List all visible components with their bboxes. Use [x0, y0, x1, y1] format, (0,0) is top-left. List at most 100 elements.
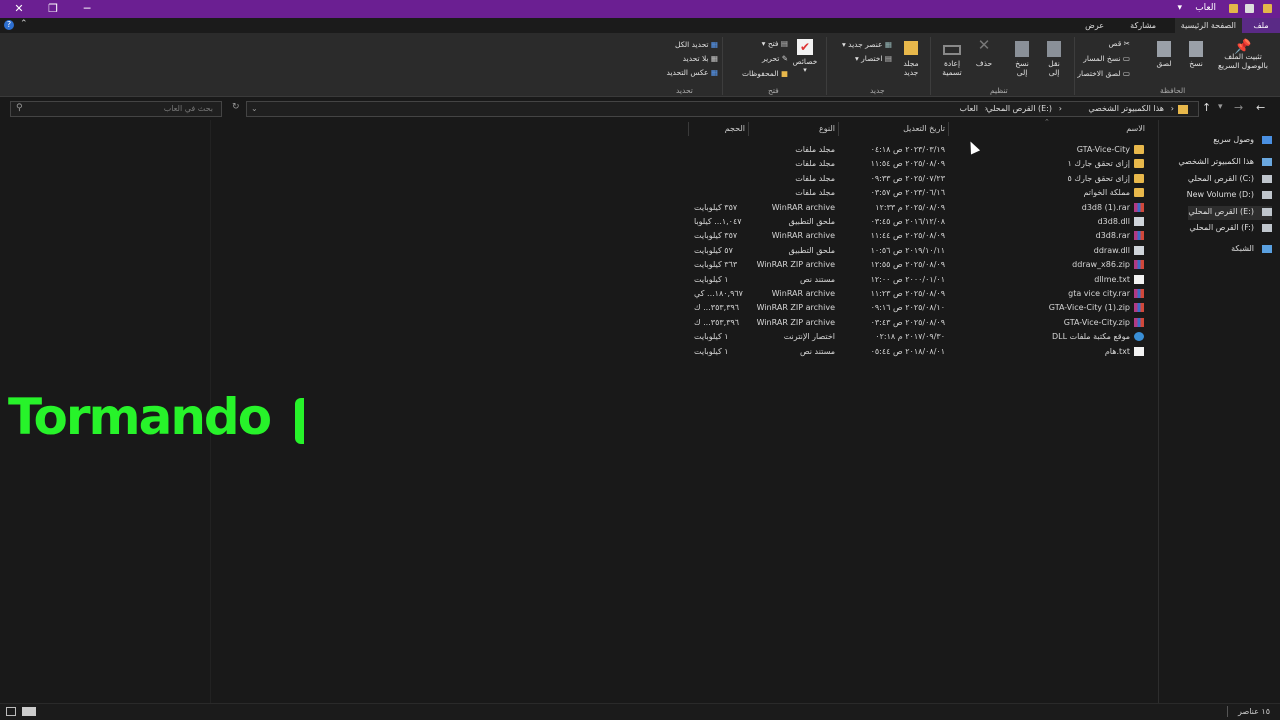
cut-button[interactable]: قص ✂	[1109, 39, 1130, 48]
table-row[interactable]: gta vice city.rar ٢٠٢٥/٠٨/٠٩ ص ١١:٢٣ WinRA…	[680, 287, 1150, 301]
delete-button[interactable]: ✕ حذف	[972, 38, 996, 69]
column-header-type[interactable]: النوع	[819, 124, 835, 133]
rename-button[interactable]: إعادة تسمية	[938, 41, 966, 77]
file-date: ٢٠٢٥/٠٨/٠٩ ص ١١:٥٤	[870, 159, 945, 169]
file-size: ١٨٠,٩٦٧... كي	[694, 289, 743, 298]
new-folder-icon[interactable]	[1263, 4, 1272, 13]
sort-arrow-icon: ⌃	[1044, 118, 1050, 126]
table-row[interactable]: d3d8.dll ٢٠١٦/١٢/٠٨ ص ٠٣:٤٥ ملحق التطبيق ١,…	[680, 215, 1150, 229]
easy-access-button[interactable]: ▾ اختصار ▤	[855, 54, 892, 63]
table-row[interactable]: ddraw.dll ٢٠١٩/١٠/١١ ص ١٠:٥٦ ملحق التطبيق ٥…	[680, 244, 1150, 258]
group-label-select: تحديد	[676, 86, 693, 95]
ribbon-separator	[1074, 37, 1075, 95]
table-row[interactable]: مملكة الخواتم ٢٠٢٣/٠٦/١٦ ص ٠٣:٥٧ مجلد ملفا…	[680, 186, 1150, 200]
file-size: ٣٥٧ كيلوبايت	[694, 202, 738, 212]
breadcrumb-drive-e[interactable]: القرص المحلي (E:)	[986, 104, 1052, 113]
file-name: مملكة الخواتم	[1083, 188, 1130, 198]
invert-selection-button[interactable]: عكس التحديد ▦	[667, 68, 718, 77]
history-dropdown-icon[interactable]: ⌄	[251, 104, 258, 113]
sidebar-item[interactable]: القرص المحلي (C:)	[1188, 173, 1272, 187]
file-date: ٢٠١٨/٠٨/٠١ ص ٠٥:٤٤	[870, 346, 945, 356]
close-icon[interactable]: ✕	[2, 0, 36, 18]
tab-share[interactable]: مشاركة	[1124, 18, 1162, 33]
details-view-icon[interactable]	[6, 707, 16, 716]
tab-view[interactable]: عرض	[1079, 18, 1110, 33]
computer-icon	[1262, 158, 1272, 166]
pin-to-quick-access-button[interactable]: 📌 تثبيت الملف بالوصول السريع	[1208, 39, 1278, 70]
tab-home[interactable]: الصفحة الرئيسية	[1174, 18, 1242, 33]
navigation-pane: وصول سريع هذا الكمبيوتر الشخصي القرص المحل…	[1158, 120, 1280, 703]
table-row[interactable]: هام.txt ٢٠١٨/٠٨/٠١ ص ٠٥:٤٤ مستند نص ١ كيلوب…	[680, 345, 1150, 359]
open-button[interactable]: ▾ فتح ▤	[762, 39, 788, 48]
table-row[interactable]: GTA-Vice-City (1).zip ٢٠٢٥/٠٨/١٠ ص ٠٩:١٦ W…	[680, 301, 1150, 315]
back-arrow-icon[interactable]: ←	[1256, 101, 1265, 114]
sidebar-item[interactable]: الشبكة	[1231, 243, 1272, 257]
search-input[interactable]: بحث في العاب	[164, 104, 213, 113]
table-row[interactable]: d3d8.rar ٢٠٢٥/٠٨/٠٩ ص ١١:٤٤ WinRAR archive…	[680, 229, 1150, 243]
breadcrumb[interactable]: ⌄ › هذا الكمبيوتر الشخصي › القرص المحلي …	[246, 101, 1199, 117]
select-all-button[interactable]: تحديد الكل ▦	[675, 40, 718, 49]
properties-icon[interactable]	[1245, 4, 1254, 13]
history-button[interactable]: المحفوظات ■	[742, 69, 788, 78]
up-arrow-icon[interactable]: ↑	[1202, 101, 1211, 114]
copy-button[interactable]: نسخ	[1184, 41, 1208, 68]
column-header-size[interactable]: الحجم	[725, 124, 745, 133]
minimize-icon[interactable]: ─	[70, 0, 104, 18]
paste-button[interactable]: لصق	[1152, 41, 1176, 68]
sidebar-item[interactable]: New Volume (D:)	[1187, 189, 1272, 203]
column-header-date[interactable]: تاريخ التعديل	[903, 124, 945, 133]
large-icons-view-icon[interactable]	[22, 707, 36, 716]
table-row[interactable]: GTA-Vice-City ٢٠٢٣/٠٣/١٩ ص ٠٤:١٨ مجلد ملفا…	[680, 143, 1150, 157]
help-icon[interactable]: ?	[4, 20, 14, 30]
file-type: مجلد ملفات	[795, 188, 835, 198]
search-box[interactable]: ⚲ بحث في العاب	[10, 101, 222, 117]
new-folder-button[interactable]: مجلد جديد	[898, 41, 924, 77]
table-row[interactable]: d3d8 (1).rar ٢٠٢٥/٠٨/٠٩ م ١٢:٣٣ WinRAR arc…	[680, 201, 1150, 215]
tab-file[interactable]: ملف	[1242, 18, 1280, 33]
sidebar-item[interactable]: القرص المحلي (F:)	[1189, 222, 1272, 236]
table-row[interactable]: إزاى تحقق جارك ١ ٢٠٢٥/٠٨/٠٩ ص ١١:٥٤ مجلد م…	[680, 157, 1150, 171]
folder-icon	[1134, 173, 1144, 183]
refresh-icon[interactable]: ↻	[232, 102, 240, 112]
recent-dropdown-icon[interactable]: ▾	[1218, 102, 1223, 112]
copy-to-button[interactable]: نسخ إلى	[1010, 41, 1034, 77]
file-size: ٥٧ كيلوبايت	[694, 245, 733, 255]
breadcrumb-games[interactable]: العاب	[960, 104, 979, 113]
file-type: WinRAR archive	[771, 202, 835, 212]
quick-access-dropdown-icon[interactable]: ▾	[1177, 3, 1182, 13]
file-type: مستند نص	[799, 346, 835, 356]
copy-path-button[interactable]: نسخ المسار ▭	[1083, 54, 1130, 63]
rar-icon	[1134, 202, 1144, 212]
table-row[interactable]: إزاى تحقق جارك ٥ ٢٠٢٥/٠٧/٢٣ ص ٠٩:٣٣ مجلد م…	[680, 172, 1150, 186]
open-icon: ▤	[780, 39, 788, 48]
new-item-button[interactable]: ▾ عنصر جديد ▦	[842, 40, 892, 49]
maximize-icon[interactable]: ❐	[36, 0, 70, 18]
sidebar-item[interactable]: القرص المحلي (E:)	[1188, 206, 1272, 220]
sidebar-item[interactable]: هذا الكمبيوتر الشخصي	[1178, 156, 1272, 170]
file-date: ٢٠١٦/١٢/٠٨ ص ٠٣:٤٥	[870, 217, 945, 226]
table-row[interactable]: ddraw_x86.zip ٢٠٢٥/٠٨/٠٩ ص ١٢:٥٥ WinRAR ZI…	[680, 258, 1150, 272]
table-row[interactable]: GTA-Vice-City.zip ٢٠٢٥/٠٨/٠٩ ص ٠٣:٤٣ WinRA…	[680, 316, 1150, 330]
table-row[interactable]: DLL موقع مكتبة ملفات ٢٠١٧/٠٩/٣٠ م ٠٢:١٨ اخ…	[680, 330, 1150, 344]
forward-arrow-icon[interactable]: →	[1234, 101, 1243, 114]
properties-button[interactable]: ✔ خصائص ▾	[788, 39, 822, 75]
table-row[interactable]: dllme.txt ٢٠٠٠/٠١/٠١ ص ١٢:٠٠ مستند نص ١ كيل…	[680, 273, 1150, 287]
file-date: ٢٠٢٥/٠٨/٠٩ ص ١٢:٥٥	[870, 260, 945, 270]
paste-shortcut-button[interactable]: لصق الاختصار ▭	[1077, 69, 1130, 78]
column-header-name[interactable]: الاسم	[1126, 124, 1145, 133]
move-to-button[interactable]: نقل إلى	[1042, 41, 1066, 77]
collapse-ribbon-icon[interactable]: ⌃	[20, 19, 28, 29]
pin-icon: 📌	[1234, 39, 1252, 55]
breadcrumb-separator: ›	[1170, 104, 1174, 113]
sidebar-item[interactable]: وصول سريع	[1213, 134, 1272, 148]
rar-icon	[1134, 260, 1144, 270]
folder-icon	[1178, 105, 1188, 114]
breadcrumb-this-pc[interactable]: هذا الكمبيوتر الشخصي	[1088, 104, 1164, 113]
file-size: ٣٥٣,٣٩٦... ك	[694, 317, 740, 327]
edit-button[interactable]: تحرير ✎	[762, 54, 788, 63]
select-none-button[interactable]: بلا تحديد ▦	[683, 54, 718, 63]
dll-icon	[1134, 217, 1144, 226]
copy-icon	[1189, 41, 1203, 57]
file-type: مجلد ملفات	[795, 145, 835, 154]
network-icon	[1262, 245, 1272, 253]
